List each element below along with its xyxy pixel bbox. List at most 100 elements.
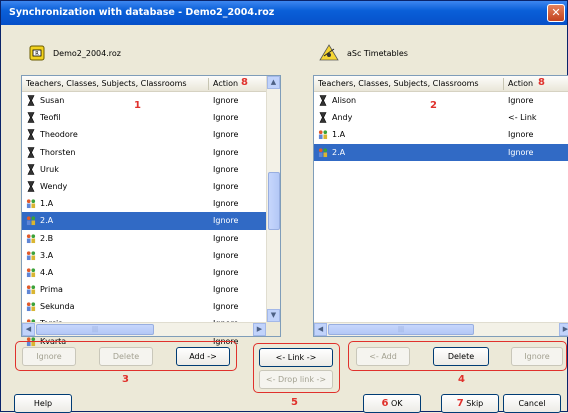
row-name: Uruk: [40, 164, 59, 174]
row-name: Wendy: [40, 181, 68, 191]
right-app-name: aSc Timetables: [347, 48, 408, 58]
row-action[interactable]: Ignore: [213, 144, 238, 161]
right-list-header: Teachers, Classes, Subjects, Classrooms …: [314, 76, 568, 92]
row-action[interactable]: Ignore: [213, 281, 238, 298]
scroll-thumb[interactable]: [268, 172, 280, 230]
right-ignore-button[interactable]: Ignore: [511, 347, 563, 366]
left-action-annotation: 8: [241, 77, 248, 88]
row-name: 4.A: [40, 267, 54, 277]
list-row[interactable]: Wendy Ignore: [22, 178, 280, 195]
teacher-icon: [27, 146, 35, 158]
row-name: Teofil: [40, 113, 61, 123]
list-row[interactable]: 2.A Ignore: [22, 212, 280, 230]
list-row[interactable]: Teofil Ignore: [22, 109, 280, 126]
row-action[interactable]: Ignore: [213, 161, 238, 178]
close-button[interactable]: ✕: [547, 4, 565, 22]
list-row[interactable]: Alison Ignore: [314, 92, 568, 109]
right-add-button[interactable]: <- Add: [356, 347, 410, 366]
list-row[interactable]: 1.A Ignore: [314, 126, 568, 143]
row-action[interactable]: Ignore: [213, 109, 238, 126]
right-rows: Alison Ignore Andy <- Link 1.A Ignore 2.A Ignor…: [314, 92, 568, 161]
skip-annotation: 7: [456, 398, 464, 409]
teacher-icon: [27, 163, 35, 175]
list-row[interactable]: Sekunda Ignore: [22, 298, 280, 315]
row-action[interactable]: Ignore: [508, 126, 533, 143]
list-row[interactable]: 1.A Ignore: [22, 195, 280, 212]
scroll-thumb[interactable]: |||: [36, 324, 154, 335]
class-icon: [318, 130, 328, 140]
row-action[interactable]: Ignore: [213, 264, 238, 281]
teacher-icon: [27, 112, 35, 123]
right-col-action[interactable]: Action: [508, 79, 533, 88]
list-row[interactable]: 2.B Ignore: [22, 230, 280, 247]
middle-buttons-annotation: 5: [291, 397, 298, 408]
left-horizontal-scrollbar[interactable]: ◀ ||| ▶: [22, 322, 266, 336]
right-horizontal-scrollbar[interactable]: ◀ ||| ▶: [314, 322, 568, 336]
left-col-action[interactable]: Action: [213, 79, 238, 88]
right-list[interactable]: Teachers, Classes, Subjects, Classrooms …: [313, 75, 568, 337]
class-icon: [26, 268, 36, 277]
left-delete-button[interactable]: Delete: [99, 347, 153, 366]
roz-database-icon: R: [29, 45, 45, 61]
right-buttons-annotation: 4: [458, 374, 465, 385]
row-name: Alison: [332, 96, 357, 105]
left-vertical-scrollbar[interactable]: ▲ ▼: [266, 76, 280, 322]
drop-link-button[interactable]: <- Drop link ->: [259, 370, 333, 389]
row-name: Sekunda: [40, 302, 75, 312]
row-action[interactable]: Ignore: [213, 92, 238, 109]
list-row[interactable]: Andy <- Link: [314, 109, 568, 126]
row-action[interactable]: Ignore: [213, 247, 238, 264]
left-list[interactable]: Teachers, Classes, Subjects, Classrooms …: [21, 75, 281, 346]
skip-button[interactable]: 7 Skip: [441, 394, 499, 413]
row-name: Andy: [332, 113, 353, 123]
scroll-up-button[interactable]: ▲: [267, 76, 280, 89]
class-icon: [26, 233, 36, 243]
teacher-icon: [27, 129, 35, 141]
list-row[interactable]: Prima Ignore: [22, 281, 280, 298]
row-action[interactable]: Ignore: [213, 195, 238, 212]
row-action[interactable]: Ignore: [508, 144, 533, 161]
left-ignore-button[interactable]: Ignore: [22, 347, 76, 366]
list-row[interactable]: Thorsten Ignore: [22, 144, 280, 161]
help-button[interactable]: Help: [14, 394, 72, 413]
left-buttons-annotation: 3: [122, 374, 129, 385]
row-action[interactable]: Ignore: [213, 230, 238, 247]
row-name: 2.A: [40, 216, 54, 226]
add-button[interactable]: Add ->: [176, 347, 230, 366]
class-icon: [318, 147, 328, 157]
row-name: 1.A: [40, 199, 54, 209]
row-action[interactable]: Ignore: [508, 92, 533, 109]
right-col-name[interactable]: Teachers, Classes, Subjects, Classrooms: [318, 79, 479, 88]
cancel-button[interactable]: Cancel: [503, 394, 561, 413]
scroll-right-button[interactable]: ▶: [559, 323, 568, 336]
left-list-annotation: 1: [134, 100, 141, 111]
scroll-down-button[interactable]: ▼: [267, 309, 280, 322]
list-row[interactable]: Theodore Ignore: [22, 126, 280, 143]
list-row[interactable]: 2.A Ignore: [314, 143, 568, 161]
title-bar: Synchronization with database - Demo2_20…: [1, 1, 567, 25]
scroll-left-button[interactable]: ◀: [314, 323, 327, 336]
list-row[interactable]: Susan Ignore: [22, 92, 280, 109]
class-icon: [26, 216, 36, 226]
scroll-thumb[interactable]: |||: [328, 324, 474, 335]
class-icon: [26, 199, 36, 209]
right-list-annotation: 2: [430, 100, 437, 111]
list-row[interactable]: 3.A Ignore: [22, 247, 280, 264]
scroll-right-button[interactable]: ▶: [253, 323, 266, 336]
list-row[interactable]: Uruk Ignore: [22, 161, 280, 178]
skip-label: Skip: [466, 399, 484, 408]
ok-button[interactable]: 6 OK: [363, 394, 421, 413]
right-delete-button[interactable]: Delete: [433, 347, 489, 366]
svg-text:R: R: [35, 51, 39, 57]
row-action[interactable]: Ignore: [213, 298, 238, 315]
list-row[interactable]: 4.A Ignore: [22, 264, 280, 281]
row-action[interactable]: Ignore: [213, 212, 238, 229]
link-button[interactable]: <- Link ->: [259, 348, 333, 367]
class-icon: [26, 251, 36, 260]
row-action[interactable]: <- Link: [508, 109, 537, 126]
row-action[interactable]: Ignore: [213, 126, 238, 143]
row-action[interactable]: Ignore: [213, 178, 238, 195]
scroll-left-button[interactable]: ◀: [22, 323, 35, 336]
teacher-icon: [319, 95, 327, 106]
left-col-name[interactable]: Teachers, Classes, Subjects, Classrooms: [26, 79, 187, 88]
